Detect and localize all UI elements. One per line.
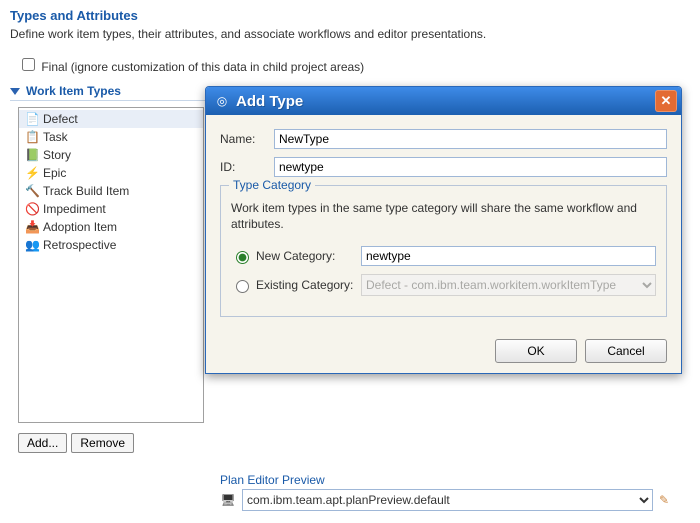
adoption-item-icon: 📥 (25, 220, 39, 234)
list-item-label: Task (43, 130, 68, 144)
new-category-input[interactable] (361, 246, 656, 266)
work-item-type-list[interactable]: 📄 Defect 📋 Task 📗 Story ⚡ Epic 🔨 Track B… (18, 107, 204, 423)
final-checkbox-row[interactable]: Final (ignore customization of this data… (18, 60, 364, 74)
dialog-close-button[interactable]: ✕ (655, 90, 677, 112)
defect-icon: 📄 (25, 112, 39, 126)
existing-category-select: Defect - com.ibm.team.workitem.workItemT… (361, 274, 656, 296)
name-label: Name: (220, 132, 274, 146)
plan-editor-preview-label: Plan Editor Preview (220, 473, 675, 487)
plan-preview-icon: 🖥 (220, 493, 236, 507)
dialog-title: Add Type (236, 93, 655, 110)
close-icon: ✕ (661, 93, 672, 109)
impediment-icon: 🚫 (25, 202, 39, 216)
id-label: ID: (220, 160, 274, 174)
list-item-label: Adoption Item (43, 220, 117, 234)
build-item-icon: 🔨 (25, 184, 39, 198)
list-item-label: Epic (43, 166, 66, 180)
dialog-titlebar[interactable]: ◎ Add Type ✕ (206, 87, 681, 115)
existing-category-radio[interactable] (236, 280, 249, 293)
story-icon: 📗 (25, 148, 39, 162)
section-twisty-icon (10, 88, 20, 95)
ok-button[interactable]: OK (495, 339, 577, 363)
retrospective-icon: 👥 (25, 238, 39, 252)
remove-button[interactable]: Remove (71, 433, 134, 453)
list-item-label: Track Build Item (43, 184, 129, 198)
new-category-radio[interactable] (236, 251, 249, 264)
type-category-fieldset: Type Category Work item types in the sam… (220, 185, 667, 317)
dialog-title-icon: ◎ (214, 93, 230, 109)
list-item[interactable]: 🚫 Impediment (19, 200, 203, 218)
new-category-label: New Category: (256, 249, 335, 263)
list-item[interactable]: 🔨 Track Build Item (19, 182, 203, 200)
type-category-description: Work item types in the same type categor… (231, 200, 656, 232)
list-item[interactable]: 📋 Task (19, 128, 203, 146)
list-item[interactable]: ⚡ Epic (19, 164, 203, 182)
list-item-label: Defect (43, 112, 78, 126)
epic-icon: ⚡ (25, 166, 39, 180)
plan-editor-preview-select[interactable]: com.ibm.team.apt.planPreview.default (242, 489, 653, 511)
id-input[interactable] (274, 157, 667, 177)
list-item-label: Retrospective (43, 238, 116, 252)
list-item[interactable]: 👥 Retrospective (19, 236, 203, 254)
final-checkbox-label: Final (ignore customization of this data… (41, 60, 364, 74)
type-category-legend: Type Category (229, 178, 315, 192)
edit-pencil-icon[interactable]: ✎ (659, 493, 675, 507)
list-item-label: Story (43, 148, 71, 162)
list-item[interactable]: 📄 Defect (19, 110, 203, 128)
page-title: Types and Attributes (10, 8, 690, 23)
list-item-label: Impediment (43, 202, 106, 216)
existing-category-label: Existing Category: (256, 278, 353, 292)
list-item[interactable]: 📥 Adoption Item (19, 218, 203, 236)
cancel-button[interactable]: Cancel (585, 339, 667, 363)
list-item[interactable]: 📗 Story (19, 146, 203, 164)
add-button[interactable]: Add... (18, 433, 67, 453)
section-title: Work Item Types (26, 84, 121, 98)
task-icon: 📋 (25, 130, 39, 144)
page-description: Define work item types, their attributes… (10, 27, 690, 41)
add-type-dialog: ◎ Add Type ✕ Name: ID: Type Category Wor… (205, 86, 682, 374)
final-checkbox[interactable] (22, 58, 35, 71)
name-input[interactable] (274, 129, 667, 149)
